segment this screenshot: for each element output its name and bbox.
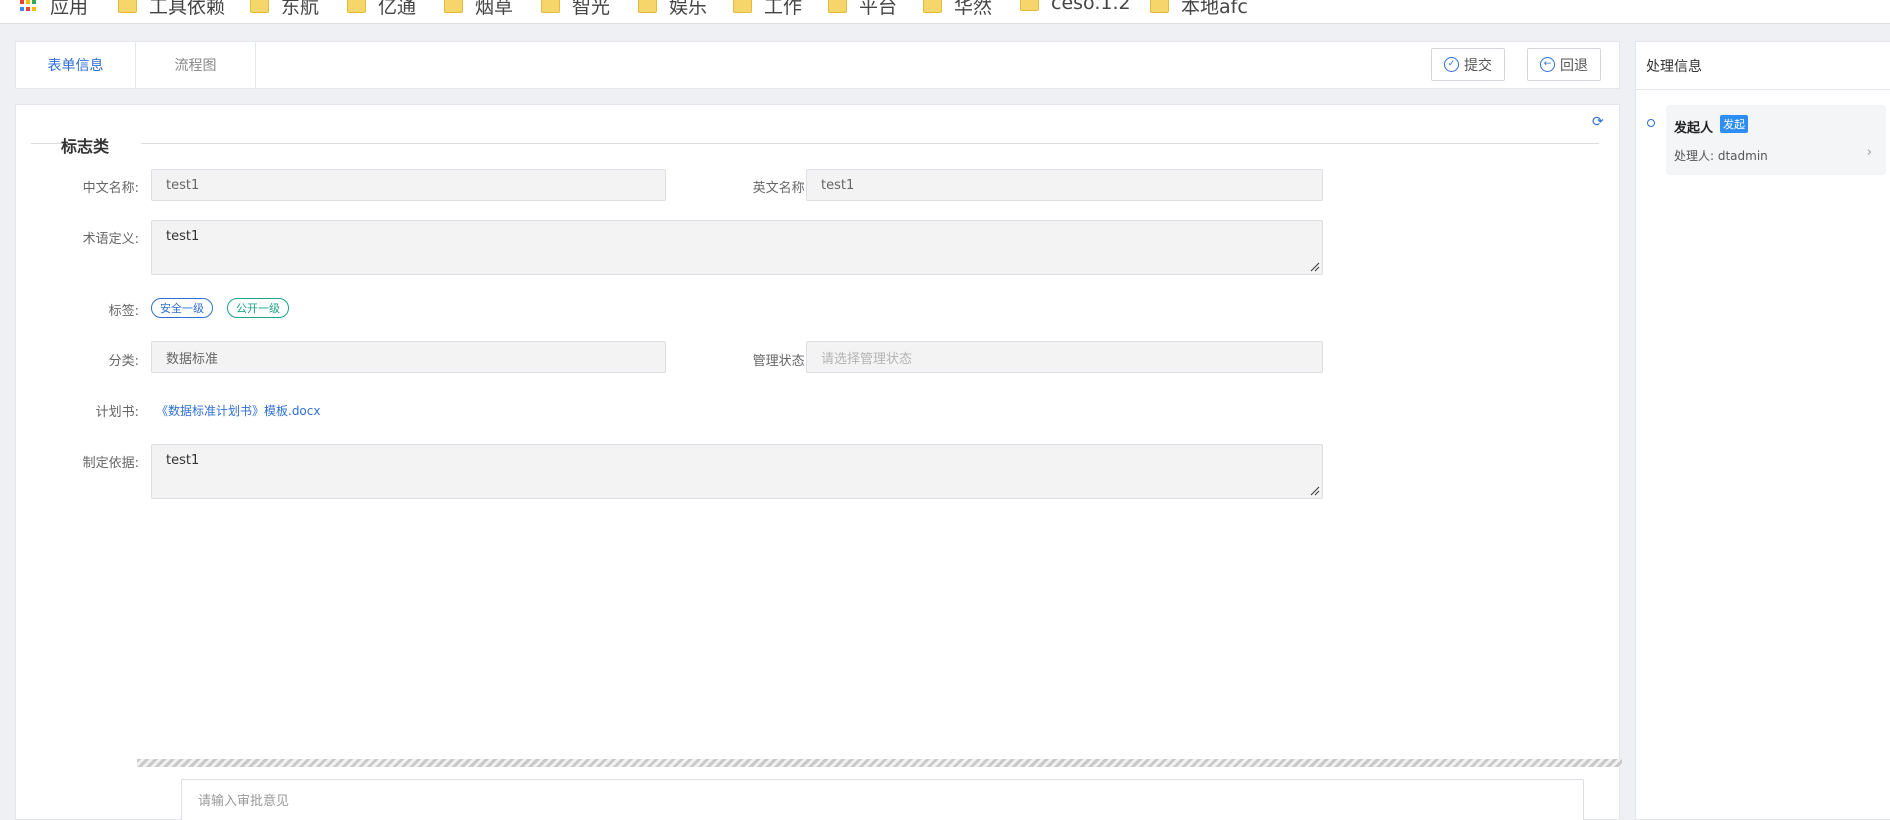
- resize-splitter[interactable]: [137, 759, 1622, 767]
- folder-icon: [250, 0, 269, 13]
- definition-label: 术语定义:: [82, 232, 139, 247]
- en-name-field[interactable]: test1: [806, 169, 1323, 201]
- manage-status-label: 管理状态:: [752, 354, 809, 369]
- node-handler: 处理人: dtadmin: [1674, 149, 1768, 163]
- bookmark-label: 工作: [764, 0, 803, 18]
- category-label: 分类:: [108, 354, 139, 369]
- process-node-card[interactable]: 发起人 发起 处理人: dtadmin ›: [1666, 105, 1886, 175]
- bookmarks-bar: 应用 工具依赖 东航 亿通 烟草 智光 娱乐 工作 平台 华然 ceso.1.2: [0, 0, 1890, 24]
- back-label: 回退: [1560, 57, 1588, 74]
- bookmark-apps[interactable]: 应用: [20, 0, 88, 19]
- definition-value: test1: [166, 229, 200, 244]
- refresh-icon[interactable]: ⟳: [1592, 115, 1606, 129]
- definition-textarea[interactable]: test1: [151, 220, 1323, 275]
- bookmark-folder[interactable]: 平台: [828, 0, 897, 19]
- tab-flowchart[interactable]: 流程图: [136, 42, 256, 88]
- bookmark-label: 华然: [954, 0, 993, 18]
- apps-grid-icon: [20, 0, 38, 12]
- tab-bar: 表单信息 流程图 ✓ 提交 ← 回退: [15, 41, 1620, 89]
- bookmark-label: 娱乐: [669, 0, 708, 18]
- section-divider: [141, 143, 1599, 144]
- basis-label: 制定依据:: [82, 456, 139, 471]
- approval-opinion-input[interactable]: 请输入审批意见: [181, 779, 1584, 820]
- category-field[interactable]: 数据标准: [151, 341, 666, 373]
- folder-icon: [828, 0, 847, 13]
- basis-textarea[interactable]: test1: [151, 444, 1323, 499]
- approval-opinion-placeholder: 请输入审批意见: [198, 794, 290, 809]
- folder-icon: [1150, 0, 1169, 13]
- process-title: 处理信息: [1636, 42, 1890, 90]
- folder-icon: [1020, 0, 1039, 11]
- cn-name-value: test1: [166, 177, 200, 193]
- tags-label: 标签:: [108, 304, 139, 319]
- manage-status-placeholder: 请选择管理状态: [821, 351, 913, 367]
- check-circle-icon: ✓: [1444, 57, 1459, 72]
- bookmark-label: 平台: [859, 0, 898, 18]
- folder-icon: [444, 0, 463, 13]
- en-name-value: test1: [821, 177, 855, 193]
- back-circle-icon: ←: [1540, 57, 1555, 72]
- back-button[interactable]: ← 回退: [1527, 48, 1601, 81]
- timeline-dot-icon: [1647, 119, 1655, 127]
- bookmark-folder[interactable]: 智光: [541, 0, 610, 19]
- folder-icon: [733, 0, 752, 13]
- basis-value: test1: [166, 453, 200, 468]
- submit-button[interactable]: ✓ 提交: [1431, 48, 1505, 81]
- en-name-label: 英文名称:: [752, 181, 809, 196]
- bookmark-folder[interactable]: 华然: [923, 0, 992, 19]
- cn-name-label: 中文名称:: [82, 181, 139, 196]
- tab-label: 流程图: [174, 58, 217, 74]
- bookmark-folder[interactable]: 工具依赖: [118, 0, 225, 19]
- manage-status-select[interactable]: 请选择管理状态: [806, 341, 1323, 373]
- tag-public-level[interactable]: 公开一级: [227, 298, 289, 318]
- submit-label: 提交: [1464, 57, 1492, 74]
- plan-label: 计划书:: [95, 405, 139, 420]
- bookmark-folder[interactable]: 本地afc: [1150, 0, 1248, 19]
- category-value: 数据标准: [166, 351, 219, 367]
- bookmark-label: 本地afc: [1181, 0, 1248, 18]
- tab-label: 表单信息: [47, 58, 104, 74]
- folder-icon: [541, 0, 560, 13]
- resize-grip-icon[interactable]: [1310, 262, 1320, 272]
- bookmark-folder[interactable]: 烟草: [444, 0, 513, 19]
- bookmark-folder[interactable]: 亿通: [347, 0, 416, 19]
- chevron-right-icon[interactable]: ›: [1867, 145, 1872, 160]
- node-role: 发起人: [1674, 121, 1714, 136]
- section-title: 标志类: [61, 137, 110, 156]
- folder-icon: [638, 0, 657, 13]
- bookmark-folder[interactable]: 娱乐: [638, 0, 707, 19]
- bookmark-folder[interactable]: 东航: [250, 0, 319, 19]
- bookmark-label: 东航: [281, 0, 320, 18]
- cn-name-field[interactable]: test1: [151, 169, 666, 201]
- bookmark-folder[interactable]: ceso.1.2: [1020, 0, 1131, 14]
- folder-icon: [923, 0, 942, 13]
- folder-icon: [118, 0, 137, 13]
- bookmark-label: ceso.1.2: [1051, 0, 1131, 14]
- bookmark-folder[interactable]: 工作: [733, 0, 802, 19]
- tag-text: 安全一级: [160, 302, 204, 315]
- bookmark-label: 应用: [50, 0, 89, 18]
- tag-security-level[interactable]: 安全一级: [151, 298, 213, 318]
- bookmark-label: 烟草: [475, 0, 514, 18]
- bookmark-label: 智光: [572, 0, 611, 18]
- section-divider: [31, 143, 63, 144]
- folder-icon: [347, 0, 366, 13]
- plan-file-link[interactable]: 《数据标准计划书》模板.docx: [156, 402, 320, 419]
- tag-text: 公开一级: [236, 302, 280, 315]
- form-panel: ⟳ 标志类 中文名称: test1 英文名称: test1 术语定义: test…: [15, 104, 1622, 820]
- bookmark-label: 工具依赖: [149, 0, 226, 18]
- node-badge: 发起: [1720, 115, 1748, 133]
- bookmark-label: 亿通: [378, 0, 417, 18]
- tab-form-info[interactable]: 表单信息: [16, 42, 136, 88]
- process-panel: 处理信息 发起人 发起 处理人: dtadmin ›: [1635, 41, 1890, 820]
- resize-grip-icon[interactable]: [1310, 486, 1320, 496]
